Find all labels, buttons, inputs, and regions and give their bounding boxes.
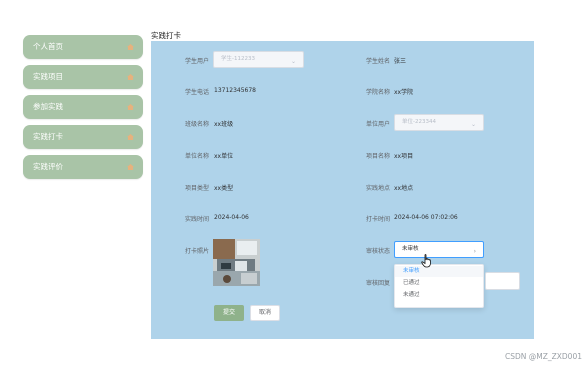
practice-time-value: 2024-04-06 [214, 214, 249, 221]
sidebar-item-join[interactable]: 参加实践 [23, 95, 143, 119]
review-status-value: 未审核 [402, 246, 419, 252]
college-label: 学院名称 [365, 89, 390, 96]
hand-cursor-icon [421, 254, 431, 268]
student-user-select[interactable]: 学生-112233 ⌄ [213, 51, 304, 68]
sidebar-item-evaluation[interactable]: 实践评价 [23, 155, 143, 179]
location-label: 实践地点 [365, 185, 390, 192]
unit-name-value: xx单位 [214, 153, 234, 160]
submit-button[interactable]: 提交 [214, 305, 244, 321]
project-name-label: 项目名称 [365, 153, 390, 160]
home-icon [127, 44, 134, 50]
checkin-time-label: 打卡时间 [365, 216, 390, 223]
option-approved[interactable]: 已通过 [395, 278, 483, 289]
review-status-dropdown: 未审核 已通过 未通过 [394, 264, 484, 308]
option-pending[interactable]: 未审核 [395, 266, 483, 277]
student-name-value: 张三 [394, 58, 407, 65]
sidebar-item-label: 个人首页 [33, 42, 63, 51]
unit-user-select[interactable]: 单位-223344 ⌄ [394, 114, 484, 131]
checkin-form: 学生用户 学生-112233 ⌄ 学生姓名 张三 学生电话 1371234567… [151, 41, 534, 339]
student-user-label: 学生用户 [184, 58, 209, 65]
checkin-time-value: 2024-04-06 07:02:06 [394, 214, 458, 221]
chevron-down-icon: ⌄ [290, 58, 296, 65]
checkin-photo[interactable] [213, 239, 260, 286]
student-phone-label: 学生电话 [184, 89, 209, 96]
chevron-up-icon: › [473, 248, 476, 255]
sidebar-item-checkin[interactable]: 实践打卡 [23, 125, 143, 149]
cancel-button[interactable]: 取消 [250, 305, 280, 321]
project-type-value: xx类型 [214, 185, 234, 192]
sidebar-item-home[interactable]: 个人首页 [23, 35, 143, 59]
unit-user-value: 单位-223344 [402, 119, 436, 125]
sidebar-item-label: 实践打卡 [33, 132, 63, 141]
page: 个人首页 实践项目 参加实践 实践打卡 实践评价 实践打卡 学生用户 学生-11… [0, 0, 586, 368]
class-value: xx班级 [214, 121, 234, 128]
sidebar-item-label: 实践评价 [33, 162, 63, 171]
home-icon [127, 104, 134, 110]
location-value: xx地点 [394, 185, 414, 192]
class-label: 班级名称 [184, 121, 209, 128]
sidebar: 个人首页 实践项目 参加实践 实践打卡 实践评价 [23, 35, 143, 185]
home-icon [127, 134, 134, 140]
practice-time-label: 实践时间 [184, 216, 209, 223]
review-status-label: 审核状态 [365, 248, 390, 255]
sidebar-item-label: 参加实践 [33, 102, 63, 111]
project-name-value: xx项目 [394, 153, 414, 160]
watermark: CSDN @MZ_ZXD001 [505, 352, 582, 361]
page-title: 实践打卡 [151, 31, 181, 40]
sidebar-item-projects[interactable]: 实践项目 [23, 65, 143, 89]
student-name-label: 学生姓名 [365, 58, 390, 65]
student-user-value: 学生-112233 [221, 56, 255, 62]
home-icon [127, 164, 134, 170]
option-rejected[interactable]: 未通过 [395, 290, 483, 301]
photo-image [213, 239, 260, 286]
unit-user-label: 单位用户 [365, 121, 390, 128]
review-reply-input[interactable] [485, 272, 520, 290]
chevron-down-icon: ⌄ [470, 121, 476, 128]
review-reply-label: 审核回复 [365, 280, 390, 287]
student-phone-value: 13712345678 [214, 87, 256, 94]
unit-name-label: 单位名称 [184, 153, 209, 160]
photo-label: 打卡照片 [184, 248, 209, 255]
college-value: xx学院 [394, 89, 414, 96]
project-type-label: 项目类型 [184, 185, 209, 192]
home-icon [127, 74, 134, 80]
sidebar-item-label: 实践项目 [33, 72, 63, 81]
review-status-select[interactable]: 未审核 › [394, 241, 484, 258]
